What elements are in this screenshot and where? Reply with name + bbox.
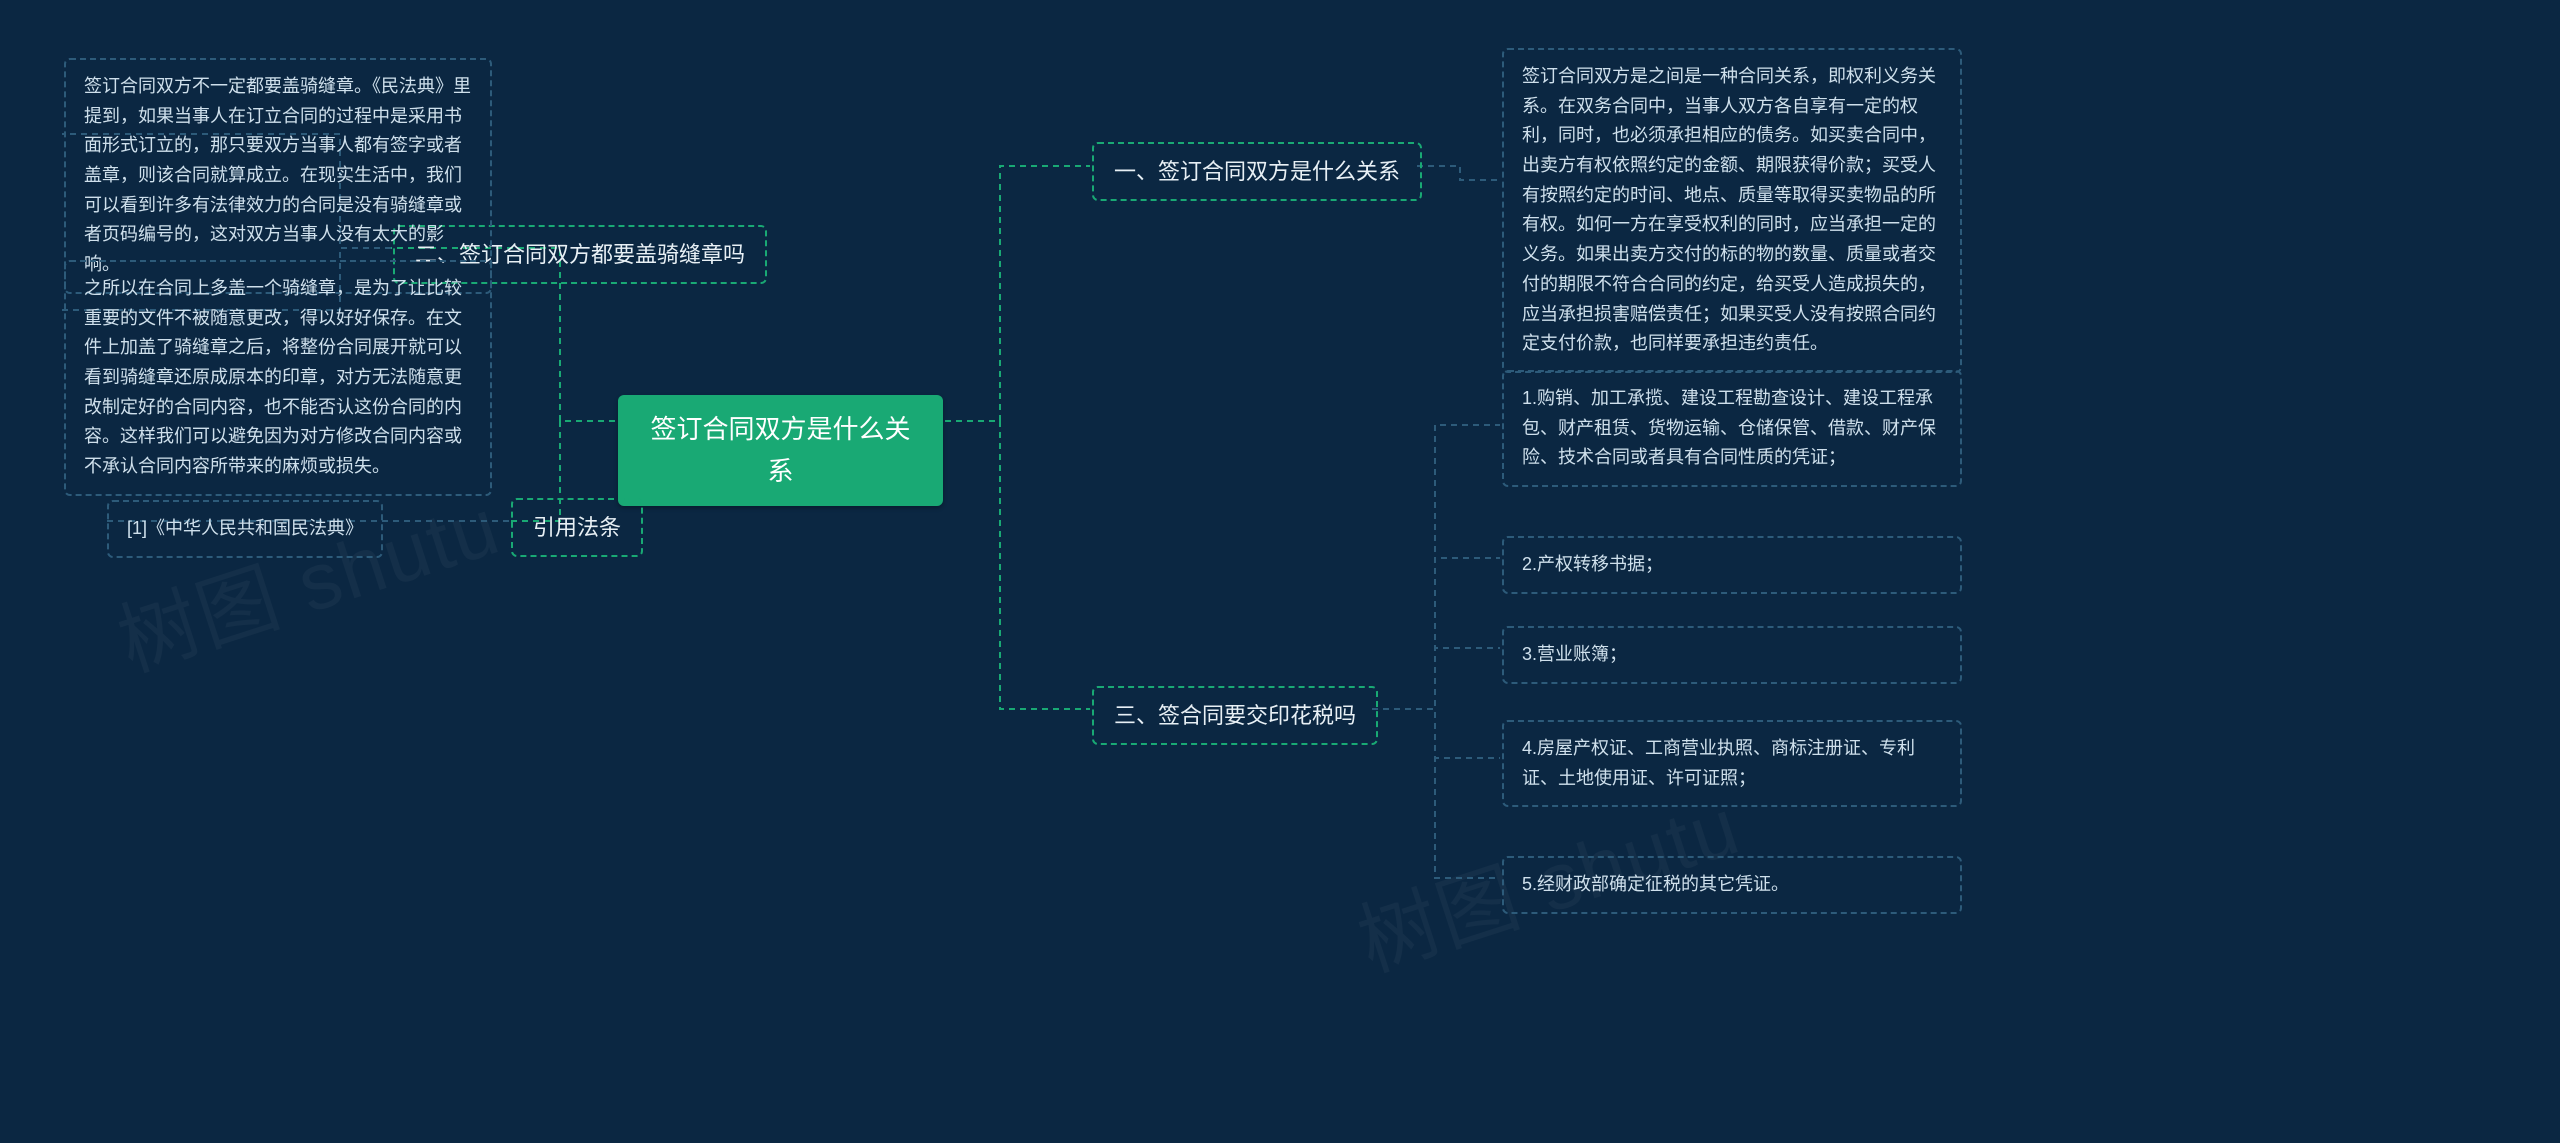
watermark-text: 树图 shutu (102, 462, 513, 694)
branch-three[interactable]: 三、签合同要交印花税吗 (1092, 686, 1378, 745)
branch-one-leaf-1: 签订合同双方是之间是一种合同关系，即权利义务关系。在双务合同中，当事人双方各自享… (1502, 48, 1962, 373)
branch-three-leaf-3: 3.营业账簿； (1502, 626, 1962, 684)
branch-three-leaf-1: 1.购销、加工承揽、建设工程勘查设计、建设工程承包、财产租赁、货物运输、仓储保管… (1502, 370, 1962, 487)
branch-two-leaf-1: 签订合同双方不一定都要盖骑缝章。《民法典》里提到，如果当事人在订立合同的过程中是… (64, 58, 492, 294)
branch-three-leaf-4: 4.房屋产权证、工商营业执照、商标注册证、专利证、土地使用证、许可证照； (1502, 720, 1962, 807)
branch-two-leaf-2: 之所以在合同上多盖一个骑缝章，是为了让比较重要的文件不被随意更改，得以好好保存。… (64, 260, 492, 496)
branch-citation[interactable]: 引用法条 (511, 498, 643, 557)
branch-three-leaf-5: 5.经财政部确定征税的其它凭证。 (1502, 856, 1962, 914)
branch-three-leaf-2: 2.产权转移书据； (1502, 536, 1962, 594)
root-node[interactable]: 签订合同双方是什么关系 (618, 395, 943, 506)
branch-citation-leaf-1: [1]《中华人民共和国民法典》 (107, 500, 383, 558)
branch-one[interactable]: 一、签订合同双方是什么关系 (1092, 142, 1422, 201)
